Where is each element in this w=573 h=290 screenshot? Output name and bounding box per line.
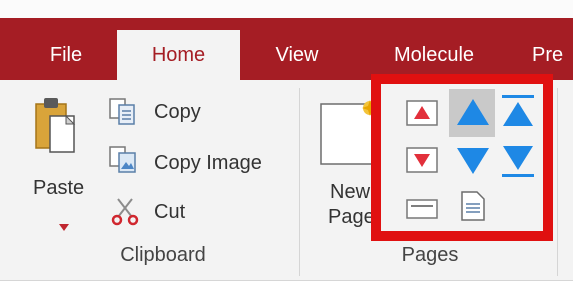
tab-pre[interactable]: Pre	[532, 30, 573, 80]
cut-label: Cut	[154, 201, 186, 223]
new-page-icon[interactable]	[320, 100, 378, 166]
tab-file[interactable]: File	[36, 30, 96, 80]
new-page-label-line2[interactable]: Page	[328, 205, 375, 229]
copy-image-button[interactable]: Copy Image	[108, 146, 288, 174]
copy-image-icon	[108, 146, 138, 174]
group-divider	[299, 88, 300, 276]
tab-molecule[interactable]: Molecule	[378, 30, 490, 80]
tab-home[interactable]: Home	[117, 30, 240, 80]
new-page-label-line1[interactable]: New	[330, 180, 370, 204]
tab-view[interactable]: View	[262, 30, 332, 80]
pages-group-label: Pages	[401, 244, 459, 266]
copy-label: Copy	[154, 101, 201, 123]
top-border	[0, 0, 573, 18]
copy-button[interactable]: Copy	[108, 98, 228, 126]
bottom-strip	[0, 281, 573, 290]
group-divider-right	[557, 88, 558, 276]
copy-icon	[108, 98, 138, 126]
copy-image-label: Copy Image	[154, 152, 262, 174]
paste-icon[interactable]	[34, 96, 78, 154]
red-annotation-box	[371, 74, 553, 241]
paste-label[interactable]: Paste	[33, 176, 84, 200]
chevron-down-icon[interactable]	[59, 219, 69, 231]
clipboard-group-label: Clipboard	[120, 244, 206, 266]
cut-button[interactable]: Cut	[108, 196, 208, 226]
scissors-icon	[110, 196, 140, 226]
